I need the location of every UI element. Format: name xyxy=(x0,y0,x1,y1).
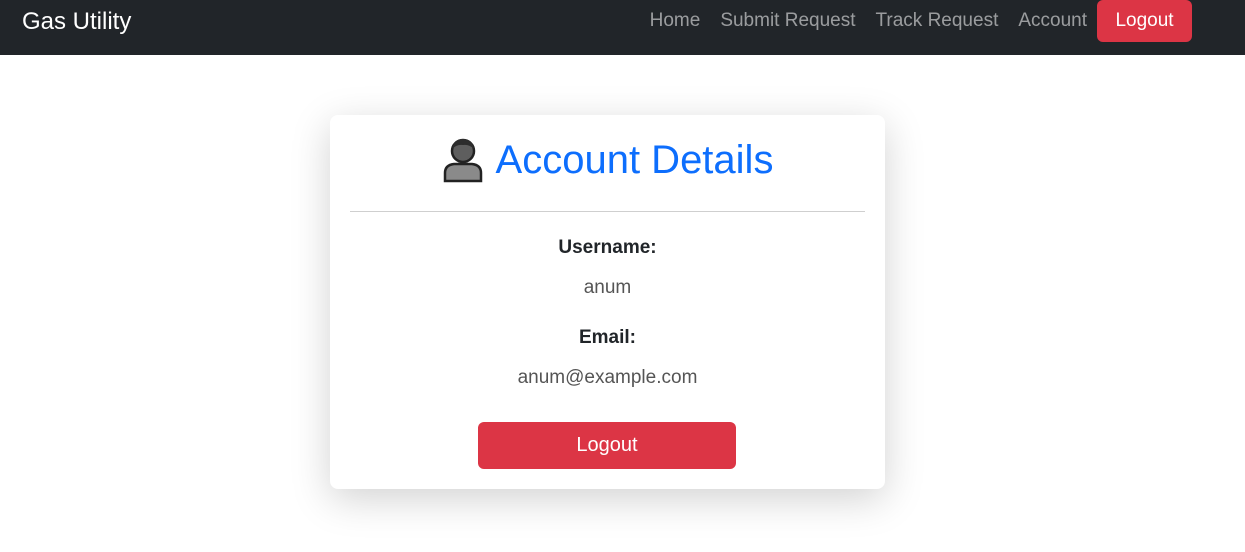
username-label: Username: xyxy=(558,237,657,258)
person-icon xyxy=(442,137,484,183)
card-title: Account Details xyxy=(330,135,885,185)
divider xyxy=(350,211,865,212)
brand-logo[interactable]: Gas Utility xyxy=(22,8,131,36)
username-value: anum xyxy=(583,277,632,298)
page-title: Account Details xyxy=(495,138,774,182)
navbar: Gas Utility Home Submit Request Track Re… xyxy=(0,0,1245,55)
nav-link-account[interactable]: Account xyxy=(1018,0,1087,42)
nav-links: Home Submit Request Track Request Accoun… xyxy=(650,0,1192,42)
navbar-logout-button[interactable]: Logout xyxy=(1097,0,1192,42)
email-value: anum@example.com xyxy=(517,367,698,388)
logout-button[interactable]: Logout xyxy=(478,422,736,469)
account-card: Account Details Username: anum Email: an… xyxy=(330,115,885,489)
email-label: Email: xyxy=(578,327,637,348)
nav-link-home[interactable]: Home xyxy=(650,0,701,42)
nav-link-track-request[interactable]: Track Request xyxy=(876,0,999,42)
nav-link-submit-request[interactable]: Submit Request xyxy=(720,0,855,42)
